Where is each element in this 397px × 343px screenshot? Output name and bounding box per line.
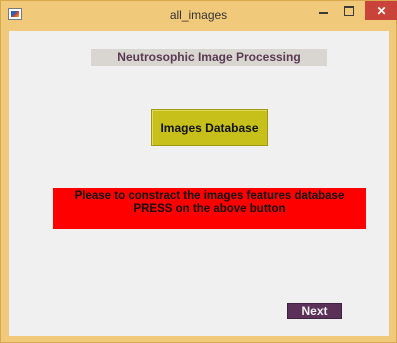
maximize-button[interactable] [336, 1, 362, 21]
next-button[interactable]: Next [287, 303, 342, 319]
page-title: Neutrosophic Image Processing [91, 49, 327, 66]
minimize-button[interactable] [310, 1, 336, 21]
figure-content: Neutrosophic Image Processing Images Dat… [9, 31, 389, 336]
minimize-icon [318, 12, 328, 14]
instruction-message: Please to constract the images features … [53, 188, 366, 229]
maximize-icon [344, 6, 354, 16]
close-button[interactable]: ✕ [365, 1, 397, 20]
images-database-button[interactable]: Images Database [151, 109, 268, 146]
title-bar[interactable]: all_images ✕ [1, 1, 397, 31]
close-icon: ✕ [376, 3, 387, 18]
instruction-line-2: PRESS on the above button [133, 203, 286, 215]
figure-window: all_images ✕ Neutrosophic Image Processi… [0, 0, 397, 343]
instruction-line-1: Please to constract the images features … [74, 190, 345, 202]
